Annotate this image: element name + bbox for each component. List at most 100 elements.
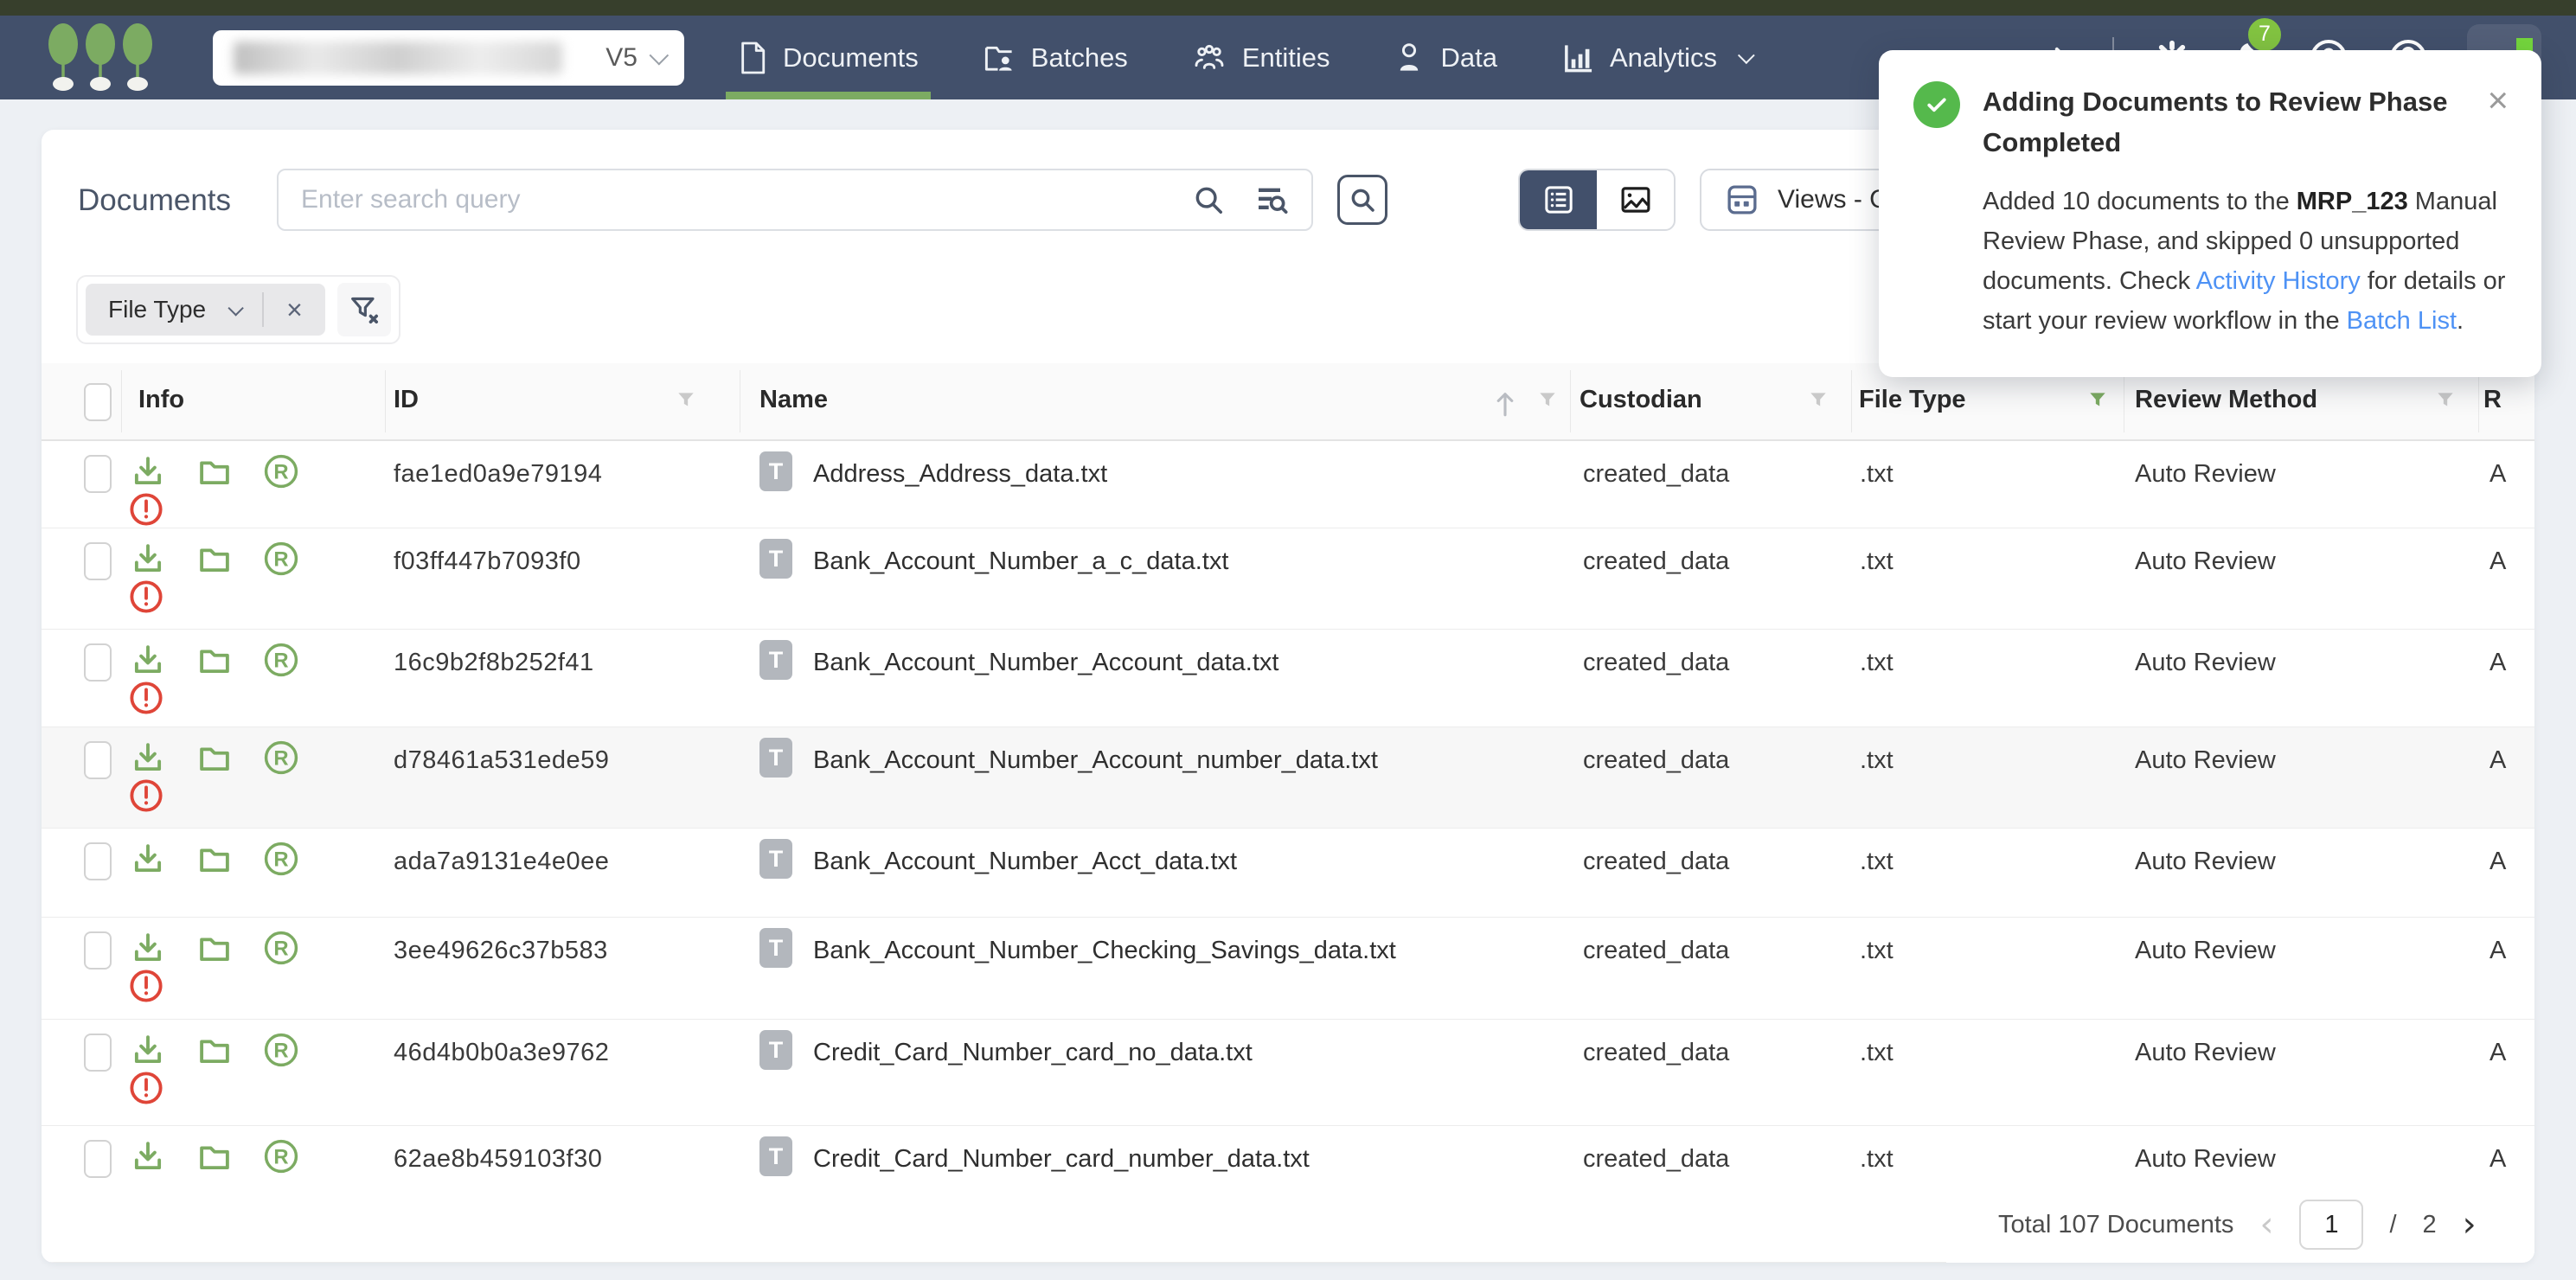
tab-data[interactable]: Data bbox=[1394, 16, 1496, 99]
remove-filter-icon[interactable]: × bbox=[286, 297, 303, 323]
batch-list-link[interactable]: Batch List bbox=[2347, 307, 2457, 335]
row-checkbox[interactable] bbox=[84, 643, 112, 682]
folder-icon[interactable] bbox=[195, 541, 234, 577]
chevron-down-icon[interactable] bbox=[228, 300, 244, 316]
redaction-icon[interactable]: R bbox=[262, 739, 300, 777]
download-icon[interactable] bbox=[130, 642, 166, 678]
workspace-name-redacted bbox=[234, 42, 562, 74]
search-input[interactable] bbox=[301, 185, 1163, 214]
tab-analytics[interactable]: Analytics bbox=[1561, 16, 1750, 99]
header-review-status[interactable]: R bbox=[2483, 386, 2502, 414]
download-icon[interactable] bbox=[130, 930, 166, 966]
header-info[interactable]: Info bbox=[138, 386, 184, 414]
next-page-icon[interactable]: › bbox=[2463, 1212, 2477, 1238]
download-icon[interactable] bbox=[130, 541, 166, 577]
custodian-filter-icon[interactable] bbox=[1807, 389, 1829, 412]
row-checkbox[interactable] bbox=[84, 1034, 112, 1072]
folder-icon[interactable] bbox=[195, 642, 234, 678]
row-checkbox[interactable] bbox=[84, 931, 112, 970]
document-name[interactable]: Bank_Account_Number_Checking_Savings_dat… bbox=[813, 937, 1396, 965]
folder-icon[interactable] bbox=[195, 1032, 234, 1068]
download-icon[interactable] bbox=[130, 739, 166, 776]
header-review-method[interactable]: Review Method bbox=[2135, 386, 2317, 414]
header-file-type[interactable]: File Type bbox=[1859, 386, 1966, 414]
processing-error-icon[interactable] bbox=[128, 968, 164, 1004]
search-icon[interactable] bbox=[1192, 183, 1225, 216]
activity-history-link[interactable]: Activity History bbox=[2196, 267, 2361, 295]
document-name[interactable]: Bank_Account_Number_Account_number_data.… bbox=[813, 746, 1378, 775]
download-icon[interactable] bbox=[130, 1138, 166, 1174]
redaction-icon[interactable]: R bbox=[262, 452, 300, 490]
text-file-icon: T bbox=[759, 640, 792, 680]
tab-entities[interactable]: Entities bbox=[1192, 16, 1330, 99]
review-method-value: Auto Review bbox=[2135, 1145, 2276, 1174]
processing-error-icon[interactable] bbox=[128, 680, 164, 716]
table-row[interactable]: Rf03ff447b7093f0TBank_Account_Number_a_c… bbox=[42, 528, 2534, 630]
list-view-toggle[interactable] bbox=[1520, 170, 1597, 229]
header-name[interactable]: Name bbox=[759, 386, 828, 414]
download-icon[interactable] bbox=[130, 1032, 166, 1068]
document-name[interactable]: Credit_Card_Number_card_number_data.txt bbox=[813, 1145, 1310, 1174]
folder-icon[interactable] bbox=[195, 453, 234, 490]
workspace-selector[interactable]: V5 bbox=[213, 30, 684, 86]
folder-icon[interactable] bbox=[195, 1138, 234, 1174]
row-checkbox[interactable] bbox=[84, 741, 112, 779]
folder-icon[interactable] bbox=[195, 841, 234, 877]
text-file-icon: T bbox=[759, 1136, 792, 1176]
processing-error-icon[interactable] bbox=[128, 579, 164, 615]
download-icon[interactable] bbox=[130, 841, 166, 877]
table-row[interactable]: R46d4b0b0a3e9762TCredit_Card_Number_card… bbox=[42, 1020, 2534, 1126]
advanced-search-button[interactable] bbox=[1337, 175, 1387, 225]
folder-icon[interactable] bbox=[195, 739, 234, 776]
document-id: f03ff447b7093f0 bbox=[394, 547, 581, 576]
previous-page-icon[interactable]: ‹ bbox=[2259, 1212, 2273, 1238]
select-all-checkbox[interactable] bbox=[84, 383, 112, 421]
tab-documents[interactable]: Documents bbox=[738, 16, 919, 99]
processing-error-icon[interactable] bbox=[128, 491, 164, 528]
table-row[interactable]: R3ee49626c37b583TBank_Account_Number_Che… bbox=[42, 918, 2534, 1020]
review-method-filter-icon[interactable] bbox=[2434, 389, 2457, 412]
review-method-value: Auto Review bbox=[2135, 649, 2276, 677]
document-name[interactable]: Credit_Card_Number_card_no_data.txt bbox=[813, 1039, 1253, 1067]
file-type-filter-icon-active[interactable] bbox=[2086, 389, 2109, 412]
table-row[interactable]: Rd78461a531ede59TBank_Account_Number_Acc… bbox=[42, 727, 2534, 829]
redaction-icon[interactable]: R bbox=[262, 540, 300, 578]
processing-error-icon[interactable] bbox=[128, 1070, 164, 1106]
download-icon[interactable] bbox=[130, 453, 166, 490]
image-view-toggle[interactable] bbox=[1597, 170, 1674, 229]
custodian-value: created_data bbox=[1583, 547, 1729, 576]
document-name[interactable]: Bank_Account_Number_a_c_data.txt bbox=[813, 547, 1228, 576]
filter-chip-file-type[interactable]: File Type × bbox=[86, 284, 325, 336]
row-checkbox[interactable] bbox=[84, 1140, 112, 1178]
header-id[interactable]: ID bbox=[394, 386, 419, 414]
processing-error-icon[interactable] bbox=[128, 778, 164, 814]
row-checkbox[interactable] bbox=[84, 842, 112, 880]
row-checkbox[interactable] bbox=[84, 542, 112, 580]
file-type-value: .txt bbox=[1860, 1145, 1894, 1174]
redaction-icon[interactable]: R bbox=[262, 929, 300, 967]
document-name[interactable]: Bank_Account_Number_Acct_data.txt bbox=[813, 848, 1237, 876]
redaction-icon[interactable]: R bbox=[262, 1031, 300, 1069]
table-row[interactable]: Rada7a9131e4e0eeTBank_Account_Number_Acc… bbox=[42, 829, 2534, 918]
document-name[interactable]: Bank_Account_Number_Account_data.txt bbox=[813, 649, 1278, 677]
name-filter-icon[interactable] bbox=[1536, 389, 1559, 412]
review-status-value: A bbox=[2489, 460, 2506, 489]
redaction-icon[interactable]: R bbox=[262, 1137, 300, 1175]
custodian-value: created_data bbox=[1583, 937, 1729, 965]
table-row[interactable]: Rfae1ed0a9e79194TAddress_Address_data.tx… bbox=[42, 441, 2534, 528]
folder-icon[interactable] bbox=[195, 930, 234, 966]
header-custodian[interactable]: Custodian bbox=[1580, 386, 1702, 414]
redaction-icon[interactable]: R bbox=[262, 641, 300, 679]
redaction-icon[interactable]: R bbox=[262, 840, 300, 878]
search-within-list-icon[interactable] bbox=[1254, 182, 1289, 217]
tab-batches[interactable]: Batches bbox=[983, 16, 1128, 99]
clear-all-filters-button[interactable] bbox=[337, 283, 391, 336]
name-sort-icon[interactable] bbox=[1492, 389, 1518, 419]
file-type-value: .txt bbox=[1860, 460, 1894, 489]
close-icon[interactable]: × bbox=[2487, 85, 2509, 116]
current-page-input[interactable]: 1 bbox=[2299, 1200, 2363, 1250]
document-name[interactable]: Address_Address_data.txt bbox=[813, 460, 1107, 489]
row-checkbox[interactable] bbox=[84, 455, 112, 493]
table-row[interactable]: R16c9b2f8b252f41TBank_Account_Number_Acc… bbox=[42, 630, 2534, 727]
id-filter-icon[interactable] bbox=[675, 389, 697, 412]
